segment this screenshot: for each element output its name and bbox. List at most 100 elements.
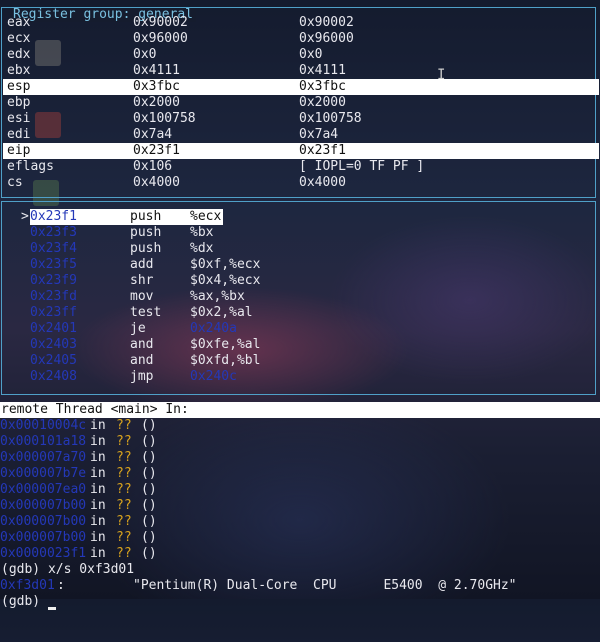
register-name: ebp	[7, 95, 31, 110]
asm-operands: %dx	[190, 241, 214, 256]
register-row-esp: esp 0x3fbc 0x3fbc	[3, 79, 599, 95]
register-row-edi: edi 0x7a4 0x7a4	[3, 127, 599, 143]
frame-function: ??	[116, 498, 132, 513]
frame-in-label: in	[90, 530, 106, 545]
frame-args: ()	[141, 466, 157, 481]
asm-address: 0x23f1	[30, 209, 77, 224]
register-name: eip	[7, 143, 31, 158]
register-row-esi: esi 0x100758 0x100758	[3, 111, 599, 127]
asm-opcode: push	[130, 241, 162, 256]
frame-function: ??	[116, 482, 132, 497]
frame-address: 0x000007b00	[0, 514, 87, 529]
status-line: remote Thread <main> In:	[0, 402, 600, 418]
frame-in-label: in	[90, 434, 106, 449]
register-natural-value: 0x2000	[299, 95, 346, 110]
register-name: edi	[7, 127, 31, 142]
frame-address: 0x000007b7e	[0, 466, 87, 481]
frame-args: ()	[141, 530, 157, 545]
asm-line: 0x23f5 add $0xf,%ecx	[0, 257, 594, 273]
asm-opcode: push	[130, 209, 162, 224]
memory-address: 0xf3d01	[0, 578, 55, 593]
register-name: esi	[7, 111, 31, 126]
asm-opcode: jmp	[130, 369, 154, 384]
register-hex-value: 0x23f1	[133, 143, 180, 158]
backtrace-frame: 0x000007a70 in?? ()	[0, 450, 300, 466]
register-natural-value: 0x4000	[299, 175, 346, 190]
register-natural-value: [ IOPL=0 TF PF ]	[299, 159, 425, 174]
asm-jump-target: 0x240a	[190, 321, 237, 336]
text-cursor-icon	[47, 607, 56, 610]
asm-line: 0x23f4 push %dx	[0, 241, 594, 257]
register-natural-value: 0x0	[299, 47, 323, 62]
frame-in-label: in	[90, 482, 106, 497]
frame-in-label: in	[90, 466, 106, 481]
asm-address: 0x23ff	[30, 305, 77, 320]
frame-function: ??	[116, 466, 132, 481]
asm-operands: %ecx	[190, 209, 222, 224]
register-name: cs	[7, 175, 23, 190]
register-natural-value: 0x90002	[299, 15, 354, 30]
asm-address: 0x23fd	[30, 289, 77, 304]
register-natural-value: 0x7a4	[299, 127, 339, 142]
register-hex-value: 0x4000	[133, 175, 180, 190]
asm-opcode: and	[130, 337, 154, 352]
asm-address: 0x23f3	[30, 225, 77, 240]
asm-address: 0x2401	[30, 321, 77, 336]
asm-operands: $0x2,%al	[190, 305, 253, 320]
register-row-edx: edx 0x0 0x0	[3, 47, 599, 63]
gdb-prompt: (gdb)	[1, 594, 48, 609]
frame-address: 0x000007ea0	[0, 482, 87, 497]
register-hex-value: 0x4111	[133, 63, 180, 78]
register-hex-value: 0x0	[133, 47, 157, 62]
frame-address: 0x0000023f1	[0, 546, 87, 561]
gdb-prompt-input[interactable]: (gdb)	[1, 594, 56, 610]
register-hex-value: 0x100758	[133, 111, 196, 126]
asm-line: 0x23ff test $0x2,%al	[0, 305, 594, 321]
frame-args: ()	[141, 498, 157, 513]
frame-function: ??	[116, 418, 132, 433]
backtrace-frame: 0x000101a18 in?? ()	[0, 434, 300, 450]
asm-line: 0x2405 and $0xfd,%bl	[0, 353, 594, 369]
frame-in-label: in	[90, 418, 106, 433]
frame-function: ??	[116, 434, 132, 449]
register-hex-value: 0x90002	[133, 15, 188, 30]
register-natural-value: 0x96000	[299, 31, 354, 46]
asm-opcode: mov	[130, 289, 154, 304]
register-row-eflags: eflags 0x106 [ IOPL=0 TF PF ]	[3, 159, 599, 175]
asm-address: 0x23f4	[30, 241, 77, 256]
asm-opcode: push	[130, 225, 162, 240]
register-row-eax: eax 0x90002 0x90002	[3, 15, 599, 31]
register-natural-value: 0x4111	[299, 63, 346, 78]
register-name: edx	[7, 47, 31, 62]
asm-line: >0x23f1 push %ecx	[0, 209, 594, 225]
asm-operands: %bx	[190, 225, 214, 240]
register-natural-value: 0x23f1	[299, 143, 346, 158]
asm-address: 0x23f5	[30, 257, 77, 272]
backtrace-frame: 0x000007b7e in?? ()	[0, 466, 300, 482]
asm-operands: %ax,%bx	[190, 289, 245, 304]
frame-args: ()	[141, 418, 157, 433]
memory-colon: :	[57, 578, 65, 593]
frame-in-label: in	[90, 450, 106, 465]
current-instruction-marker: >	[21, 209, 29, 224]
register-name: ebx	[7, 63, 31, 78]
register-name: eax	[7, 15, 31, 30]
register-row-ebx: ebx 0x4111 0x4111	[3, 63, 599, 79]
asm-opcode: and	[130, 353, 154, 368]
register-hex-value: 0x96000	[133, 31, 188, 46]
frame-args: ()	[141, 450, 157, 465]
register-hex-value: 0x2000	[133, 95, 180, 110]
asm-operands: $0xfe,%al	[190, 337, 261, 352]
asm-line: 0x23fd mov %ax,%bx	[0, 289, 594, 305]
asm-opcode: add	[130, 257, 154, 272]
asm-address: 0x23f9	[30, 273, 77, 288]
gdb-command-line: (gdb) x/s 0xf3d01	[1, 562, 135, 577]
backtrace-frame: 0x000007b00 in?? ()	[0, 498, 300, 514]
asm-line: 0x2408 jmp 0x240c	[0, 369, 594, 385]
frame-function: ??	[116, 546, 132, 561]
frame-args: ()	[141, 546, 157, 561]
frame-args: ()	[141, 434, 157, 449]
asm-jump-target: 0x240c	[190, 369, 237, 384]
asm-line: 0x23f3 push %bx	[0, 225, 594, 241]
register-row-cs: cs 0x4000 0x4000	[3, 175, 599, 191]
